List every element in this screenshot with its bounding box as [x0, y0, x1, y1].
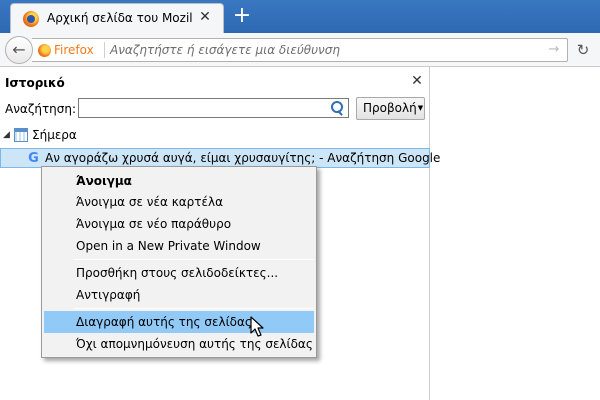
sidebar-close-icon[interactable]: ✕	[410, 74, 424, 88]
go-arrow-icon[interactable]: →	[547, 43, 561, 57]
identity-label[interactable]: Firefox	[54, 43, 94, 57]
back-button[interactable]: ←	[5, 36, 33, 64]
context-menu: Άνοιγμα Άνοιγμα σε νέα καρτέλα Άνοιγμα σ…	[41, 166, 317, 358]
url-separator	[104, 42, 105, 58]
history-search-input[interactable]	[78, 98, 349, 118]
calendar-icon	[14, 128, 28, 142]
sidebar-title: Ιστορικό	[5, 76, 65, 90]
tab-close-icon[interactable]: ✕	[197, 9, 213, 25]
tab-strip: Αρχική σελίδα του Mozilla... ✕ +	[0, 0, 600, 33]
view-button-label: Προβολή	[363, 101, 417, 115]
reload-icon[interactable]: ↻	[574, 41, 592, 59]
menu-item-forget-page[interactable]: Όχι απομνημόνευση αυτής της σελίδας	[44, 333, 314, 355]
search-icon[interactable]	[330, 101, 344, 115]
tab-mozilla-home[interactable]: Αρχική σελίδα του Mozilla... ✕	[10, 3, 224, 33]
history-entry-label: Αν αγοράζω χρυσά αυγά, είμαι χρυσαυγίτης…	[45, 151, 441, 165]
history-entry[interactable]: G Αν αγοράζω χρυσά αυγά, είμαι χρυσαυγίτ…	[0, 148, 440, 168]
menu-item-open[interactable]: Άνοιγμα	[44, 170, 314, 192]
menu-item-open-new-tab[interactable]: Άνοιγμα σε νέα καρτέλα	[44, 191, 314, 213]
sidebar-header: Ιστορικό ✕	[0, 67, 430, 97]
view-menu-button[interactable]: Προβολή▼	[356, 97, 425, 120]
url-placeholder[interactable]: Αναζητήστε ή εισάγετε μια διεύθυνση	[110, 43, 340, 57]
firefox-icon	[23, 11, 39, 27]
expand-twisty-icon[interactable]: ◢	[3, 130, 10, 140]
menu-item-copy[interactable]: Αντιγραφή	[44, 284, 314, 306]
firefox-identity-icon[interactable]	[38, 44, 51, 57]
search-label: Αναζήτηση:	[5, 102, 77, 116]
menu-separator	[74, 259, 314, 260]
menu-item-open-new-window[interactable]: Άνοιγμα σε νέο παράθυρο	[44, 213, 314, 235]
tab-title: Αρχική σελίδα του Mozilla...	[47, 11, 192, 25]
menu-item-open-private-window[interactable]: Open in a New Private Window	[44, 235, 314, 257]
new-tab-button[interactable]: +	[230, 5, 254, 29]
menu-item-delete-page[interactable]: Διαγραφή αυτής της σελίδας	[44, 311, 314, 333]
google-icon: G	[28, 151, 39, 166]
url-bar[interactable]: Firefox Αναζητήστε ή εισάγετε μια διεύθυ…	[32, 38, 568, 62]
navigation-bar: Firefox Αναζητήστε ή εισάγετε μια διεύθυ…	[0, 33, 600, 67]
mouse-cursor-icon	[250, 316, 264, 337]
tree-group-label: Σήμερα	[32, 128, 77, 142]
menu-separator	[74, 308, 314, 309]
chevron-down-icon: ▼	[417, 104, 424, 112]
menu-item-bookmark[interactable]: Προσθήκη στους σελιδοδείκτες...	[44, 262, 314, 284]
